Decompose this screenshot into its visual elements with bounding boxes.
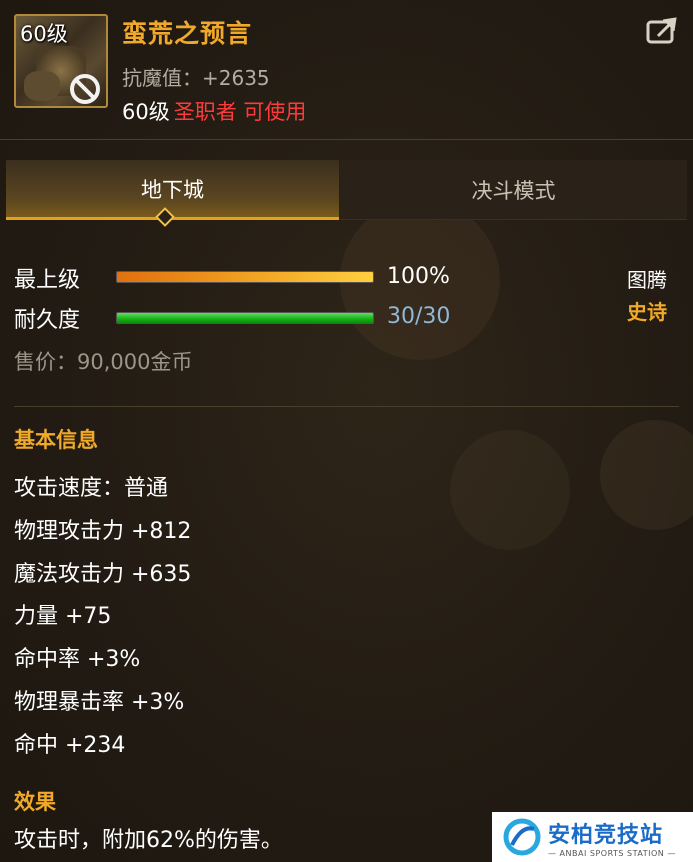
item-icon: 60级 <box>14 14 108 108</box>
watermark-text: 安柏竞技站 <box>548 822 664 848</box>
durability-bar <box>116 312 374 324</box>
bg-decoration <box>600 420 693 530</box>
attribute-line: 物理暴击率 +3% <box>14 690 185 715</box>
basic-info-title: 基本信息 <box>14 428 98 452</box>
attribute-line: 魔法攻击力 +635 <box>14 562 192 587</box>
durability-value: 30/30 <box>387 304 451 329</box>
item-tooltip-panel: 60级 蛮荒之预言 抗魔值：+2635 60级 圣职者 可使用 地下城 决斗模式 … <box>0 0 693 862</box>
grade-label: 最上级 <box>14 268 81 293</box>
mode-tabs: 地下城 决斗模式 <box>0 160 693 220</box>
anti-magic-value: 抗魔值：+2635 <box>122 66 270 90</box>
forbidden-icon <box>70 74 100 104</box>
item-level-badge: 60级 <box>20 22 68 46</box>
share-icon[interactable] <box>646 16 682 46</box>
attribute-line: 攻击速度：普通 <box>14 476 169 501</box>
effect-text: 攻击时，附加62%的伤害。 <box>14 828 283 853</box>
sell-price: 售价：90,000金币 <box>14 350 193 374</box>
required-level: 60级 <box>122 100 170 124</box>
item-name: 蛮荒之预言 <box>122 19 253 48</box>
totem-rarity: 史诗 <box>627 300 667 324</box>
grade-value: 100% <box>387 264 450 289</box>
bg-decoration <box>450 430 570 550</box>
required-class: 圣职者 可使用 <box>173 100 307 124</box>
watermark-subtext: — ANBAI SPORTS STATION — <box>548 848 676 858</box>
watermark-logo-icon <box>503 818 541 856</box>
attribute-line: 命中率 +3% <box>14 647 141 672</box>
totem-label: 图腾 <box>627 268 667 292</box>
grade-bar-fill <box>117 272 373 282</box>
tab-dungeon[interactable]: 地下城 <box>6 160 339 220</box>
durability-bar-fill <box>117 313 373 323</box>
watermark: 安柏竞技站 — ANBAI SPORTS STATION — <box>492 812 693 862</box>
attribute-line: 命中 +234 <box>14 733 126 758</box>
durability-label: 耐久度 <box>14 308 81 333</box>
usage-requirement: 60级 圣职者 可使用 <box>122 96 306 126</box>
divider <box>14 406 679 407</box>
tab-duel-mode[interactable]: 决斗模式 <box>340 160 687 220</box>
effect-title: 效果 <box>14 790 56 814</box>
grade-bar <box>116 271 374 283</box>
item-header: 60级 蛮荒之预言 抗魔值：+2635 60级 圣职者 可使用 <box>0 0 693 140</box>
attribute-line: 力量 +75 <box>14 604 112 629</box>
attribute-line: 物理攻击力 +812 <box>14 519 192 544</box>
